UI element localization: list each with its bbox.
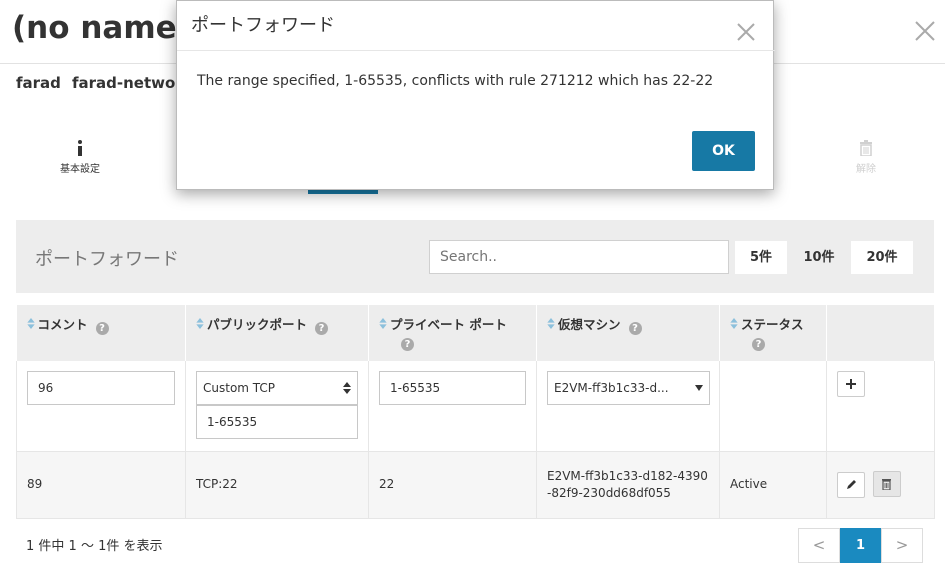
status-badge: Active: [719, 451, 827, 519]
search-input[interactable]: [429, 240, 729, 274]
tab-release[interactable]: 解除: [816, 140, 916, 175]
add-rule-button[interactable]: [837, 371, 865, 397]
pagination-summary: 1 件中 1 〜 1件 を表示: [26, 539, 163, 554]
cell-comment: 89: [16, 451, 186, 519]
breadcrumb-item-network[interactable]: farad-networ: [72, 74, 183, 92]
page-1-button[interactable]: 1: [840, 528, 881, 563]
tab-release-label: 解除: [856, 164, 876, 175]
chevron-down-icon: [695, 385, 703, 391]
select-arrows-icon: [343, 382, 351, 394]
help-icon[interactable]: ?: [95, 322, 109, 335]
help-icon[interactable]: ?: [315, 322, 329, 335]
delete-button[interactable]: [872, 471, 901, 498]
help-icon[interactable]: ?: [628, 322, 642, 335]
sort-icon: [196, 318, 204, 329]
column-header-status[interactable]: ステータス?: [719, 305, 827, 361]
column-header-actions: [826, 305, 935, 361]
error-dialog: ポートフォワード The range specified, 1-65535, c…: [176, 0, 775, 190]
dialog-divider: [177, 50, 775, 51]
help-icon[interactable]: ?: [401, 338, 414, 351]
breadcrumb-item-farad[interactable]: farad: [16, 74, 61, 92]
protocol-select[interactable]: Custom TCP: [196, 371, 358, 405]
pencil-icon: [846, 480, 856, 490]
cell-vm: E2VM-ff3b1c33-d182-4390-82f9-230dd68df05…: [536, 451, 720, 519]
cell-public-port: TCP:22: [185, 451, 369, 519]
page-size-10[interactable]: 10件: [793, 241, 845, 274]
column-header-private-port[interactable]: プライベート ポート?: [368, 305, 537, 361]
status-cell-empty: [719, 361, 827, 452]
sort-icon: [379, 318, 387, 329]
dialog-title: ポートフォワード: [191, 15, 335, 36]
private-port-input[interactable]: [379, 371, 526, 405]
public-port-input[interactable]: [196, 405, 358, 439]
sort-icon: [730, 318, 738, 329]
tab-basic-settings[interactable]: 基本設定: [30, 140, 130, 175]
plus-icon: [846, 379, 856, 389]
ok-button[interactable]: OK: [692, 131, 755, 171]
next-page-button[interactable]: >: [881, 528, 923, 563]
sort-icon: [547, 318, 555, 329]
trash-icon: [882, 479, 892, 491]
help-icon[interactable]: ?: [752, 338, 765, 351]
close-icon[interactable]: [735, 21, 757, 43]
table-row-new: Custom TCP E2VM-ff3b1c33-d...: [16, 361, 935, 452]
tab-basic-settings-label: 基本設定: [60, 164, 100, 175]
prev-page-button[interactable]: <: [798, 528, 840, 563]
vm-select[interactable]: E2VM-ff3b1c33-d...: [547, 371, 710, 405]
page-size-5[interactable]: 5件: [735, 241, 787, 274]
page-size-20[interactable]: 20件: [851, 241, 913, 274]
sort-icon: [26, 318, 35, 329]
port-forward-table: コメント? パブリックポート? プライベート ポート? 仮想マシン? ステータス…: [16, 305, 935, 519]
panel-title: ポートフォワード: [35, 249, 179, 270]
page-title: (no name): [12, 10, 191, 46]
cell-private-port: 22: [368, 451, 537, 519]
column-header-public-port[interactable]: パブリックポート?: [185, 305, 369, 361]
close-icon[interactable]: [912, 18, 938, 44]
dialog-message: The range specified, 1-65535, conflicts …: [197, 73, 714, 89]
column-header-comment[interactable]: コメント?: [16, 305, 186, 361]
trash-icon: [860, 140, 872, 156]
edit-button[interactable]: [837, 471, 865, 498]
info-icon: [78, 140, 82, 156]
table-row: 89 TCP:22 22 E2VM-ff3b1c33-d182-4390-82f…: [16, 451, 935, 519]
comment-input[interactable]: [27, 371, 175, 405]
column-header-vm[interactable]: 仮想マシン?: [536, 305, 720, 361]
